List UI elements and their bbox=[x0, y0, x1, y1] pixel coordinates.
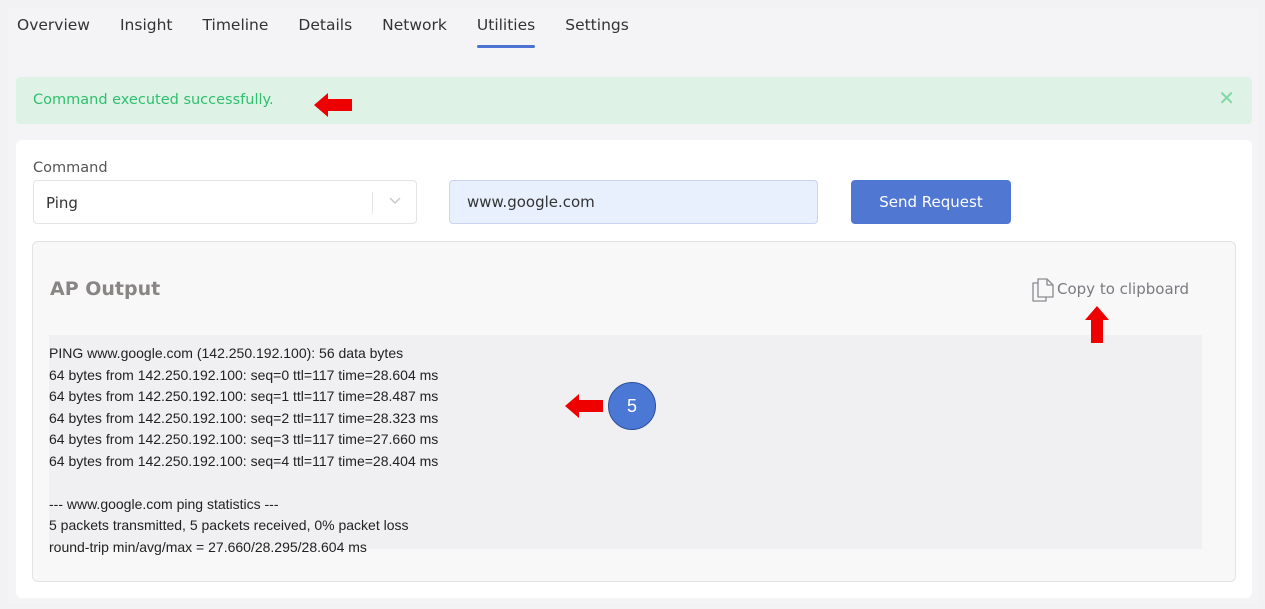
command-select[interactable]: Ping bbox=[33, 180, 417, 224]
utilities-page: Overview Insight Timeline Details Networ… bbox=[8, 8, 1258, 604]
output-line: 5 packets transmitted, 5 packets receive… bbox=[49, 517, 409, 533]
tab-network[interactable]: Network bbox=[382, 15, 447, 49]
output-line: PING www.google.com (142.250.192.100): 5… bbox=[49, 345, 404, 361]
tab-overview[interactable]: Overview bbox=[17, 15, 90, 49]
copy-to-clipboard-button[interactable]: Copy to clipboard bbox=[1029, 275, 1189, 303]
success-alert: Command executed successfully. ✕ bbox=[16, 77, 1252, 124]
arrow-up-icon bbox=[1085, 306, 1109, 343]
output-line: 64 bytes from 142.250.192.100: seq=2 ttl… bbox=[49, 409, 439, 426]
output-line: 64 bytes from 142.250.192.100: seq=0 ttl… bbox=[49, 366, 439, 383]
tab-settings[interactable]: Settings bbox=[565, 15, 629, 49]
output-title: AP Output bbox=[50, 278, 161, 300]
command-label: Command bbox=[33, 160, 108, 176]
output-line: 64 bytes from 142.250.192.100: seq=1 ttl… bbox=[49, 388, 439, 404]
output-line: round-trip min/avg/max = 27.660/28.295/2… bbox=[49, 538, 367, 555]
send-request-button[interactable]: Send Request bbox=[851, 180, 1011, 224]
output-lines: PING www.google.com (142.250.192.100): 5… bbox=[49, 343, 438, 558]
chevron-down-icon bbox=[389, 197, 401, 204]
output-line: 64 bytes from 142.250.192.100: seq=3 ttl… bbox=[49, 431, 439, 447]
tab-utilities[interactable]: Utilities bbox=[476, 15, 536, 49]
arrow-left-icon bbox=[565, 394, 603, 418]
output-line: --- www.google.com ping statistics --- bbox=[49, 495, 279, 512]
command-select-value: Ping bbox=[46, 194, 78, 212]
alert-message: Command executed successfully. bbox=[33, 92, 274, 108]
tab-timeline[interactable]: Timeline bbox=[203, 15, 269, 49]
close-icon[interactable]: ✕ bbox=[1218, 88, 1235, 108]
copy-icon bbox=[1032, 278, 1054, 302]
host-input[interactable] bbox=[449, 180, 818, 224]
copy-label: Copy to clipboard bbox=[1057, 280, 1190, 298]
step-number-badge: 5 bbox=[608, 382, 656, 430]
tab-bar: Overview Insight Timeline Details Networ… bbox=[8, 8, 1258, 64]
tab-insight[interactable]: Insight bbox=[120, 15, 173, 49]
select-divider bbox=[372, 192, 373, 214]
output-line: 64 bytes from 142.250.192.100: seq=4 ttl… bbox=[49, 452, 439, 469]
output-console: PING www.google.com (142.250.192.100): 5… bbox=[49, 335, 1202, 555]
tab-details[interactable]: Details bbox=[298, 15, 352, 49]
arrow-left-icon bbox=[314, 93, 352, 117]
command-card: Command Ping Send Request AP Output Copy… bbox=[16, 140, 1252, 598]
